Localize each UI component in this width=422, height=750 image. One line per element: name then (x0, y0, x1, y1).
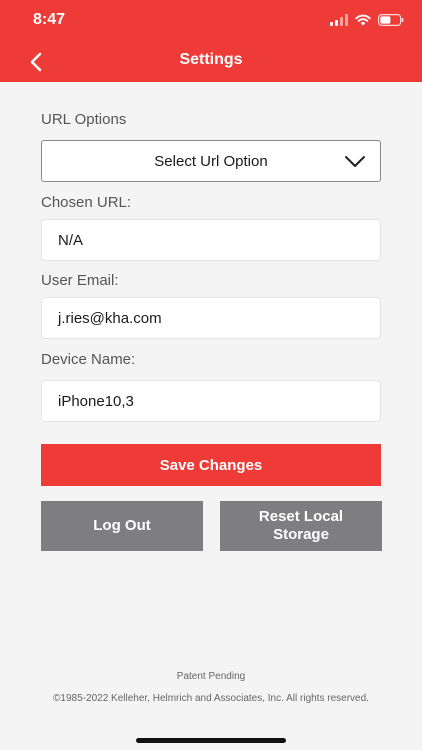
battery-icon (378, 14, 404, 26)
user-email-field[interactable]: j.ries@kha.com (41, 297, 381, 339)
chevron-down-icon (345, 156, 365, 167)
save-changes-button[interactable]: Save Changes (41, 444, 381, 486)
log-out-label: Log Out (93, 517, 151, 534)
wifi-icon (355, 14, 371, 26)
status-bar: 8:47 (0, 0, 422, 40)
reset-local-storage-label: Reset Local Storage (258, 508, 344, 543)
home-indicator (136, 738, 286, 743)
reset-local-storage-button[interactable]: Reset Local Storage (220, 501, 382, 551)
device-name-value: iPhone10,3 (58, 392, 134, 410)
chosen-url-field[interactable]: N/A (41, 219, 381, 261)
device-name-label: Device Name: (41, 351, 136, 368)
url-options-label: URL Options (41, 111, 127, 128)
app-header: 8:47 Settings (0, 0, 422, 82)
chosen-url-value: N/A (58, 231, 84, 249)
page-title: Settings (179, 51, 243, 68)
url-option-select[interactable]: Select Url Option (41, 140, 381, 182)
patent-notice: Patent Pending (176, 671, 246, 682)
copyright-notice: ©1985-2022 Kelleher, Helmrich and Associ… (53, 693, 369, 704)
chosen-url-label: Chosen URL: (41, 194, 132, 211)
user-email-value: j.ries@kha.com (58, 309, 162, 327)
status-time: 8:47 (33, 11, 66, 28)
url-option-select-value: Select Url Option (154, 152, 268, 170)
cellular-signal-icon (330, 14, 348, 26)
log-out-button[interactable]: Log Out (41, 501, 203, 551)
user-email-label: User Email: (41, 272, 119, 289)
save-changes-label: Save Changes (159, 456, 263, 474)
device-name-field[interactable]: iPhone10,3 (41, 380, 381, 422)
nav-bar: Settings (0, 40, 422, 82)
status-icons (330, 12, 404, 28)
